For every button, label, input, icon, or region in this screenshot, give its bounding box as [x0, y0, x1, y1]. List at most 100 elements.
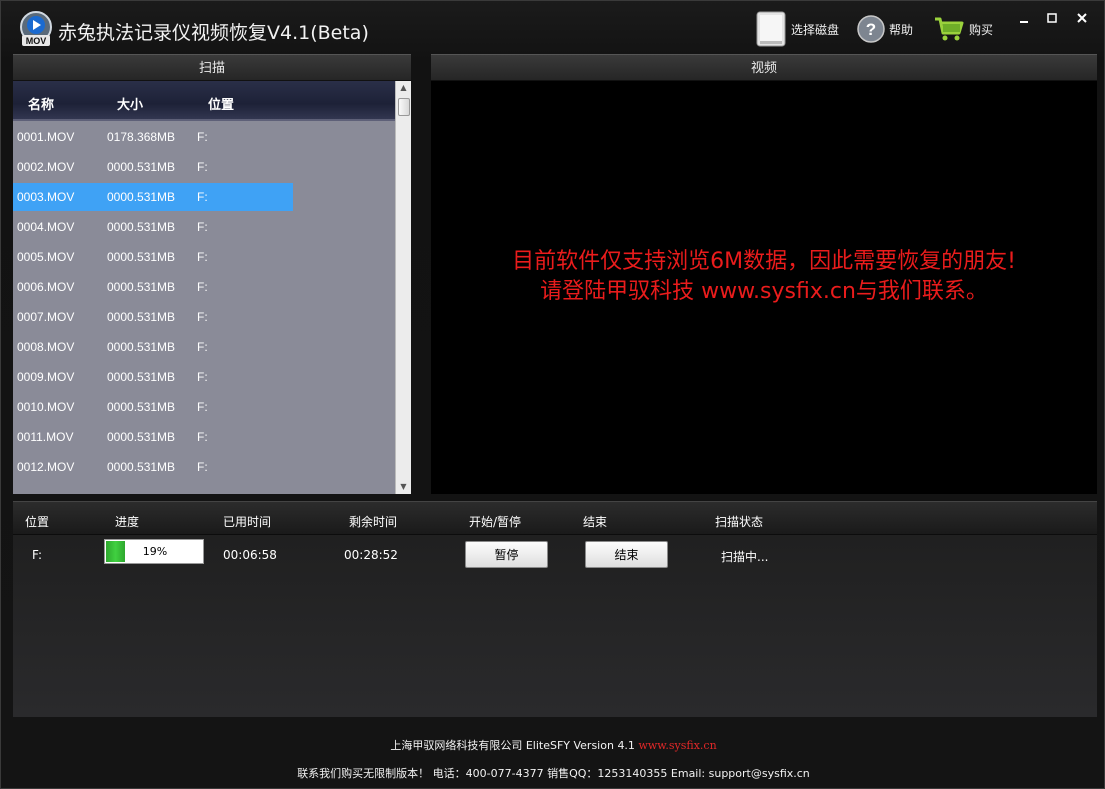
buy-label: 购买 — [969, 22, 994, 37]
end-button[interactable]: 结束 — [585, 541, 668, 568]
help-label: 帮助 — [889, 22, 914, 37]
file-location: F: — [197, 370, 208, 384]
column-name[interactable]: 名称 — [28, 94, 54, 113]
file-name: 0009.MOV — [17, 370, 75, 384]
file-location: F: — [197, 130, 208, 144]
file-location: F: — [197, 280, 208, 294]
progress-header: 位置 进度 已用时间 剩余时间 开始/暂停 结束 扫描状态 — [13, 501, 1097, 535]
header-status: 扫描状态 — [715, 515, 764, 529]
file-size: 0000.531MB — [107, 460, 176, 474]
file-row[interactable]: 0007.MOV 0000.531MB F: — [13, 301, 395, 331]
app-window: MOV 赤兔执法记录仪视频恢复V4.1(Beta) 选择磁盘 ? 帮助 购买 扫… — [0, 0, 1105, 789]
file-location: F: — [197, 340, 208, 354]
file-list-scrollbar[interactable]: ▲ ▼ — [395, 81, 411, 494]
scroll-up-icon[interactable]: ▲ — [396, 81, 411, 95]
file-row[interactable]: 0004.MOV 0000.531MB F: — [13, 211, 395, 241]
progress-panel: 位置 进度 已用时间 剩余时间 开始/暂停 结束 扫描状态 — [13, 501, 1097, 717]
footer-contact-line: 联系我们购买无限制版本！ 电话：400-077-4377 销售QQ：125314… — [1, 765, 1105, 781]
footer-company: 上海甲驭网络科技有限公司 EliteSFY Version 4.1 — [390, 739, 635, 752]
file-row[interactable]: 0003.MOV 0000.531MB F: — [13, 181, 395, 211]
file-row[interactable]: 0010.MOV 0000.531MB F: — [13, 391, 395, 421]
file-row[interactable]: 0005.MOV 0000.531MB F: — [13, 241, 395, 271]
video-preview: 目前软件仅支持浏览6M数据，因此需要恢复的朋友! 请登陆甲驭科技 www.sys… — [431, 81, 1097, 494]
file-name: 0010.MOV — [17, 400, 75, 414]
scan-location-value: F: — [32, 548, 43, 562]
scrollbar-thumb[interactable] — [398, 98, 410, 116]
file-rows: 0001.MOV 0178.368MB F: 0002.MOV 0000.531MB F:… — [13, 121, 395, 481]
header-elapsed: 已用时间 — [223, 515, 272, 529]
video-message-line-1: 目前软件仅支持浏览6M数据，因此需要恢复的朋友! — [512, 249, 1016, 274]
file-location: F: — [197, 250, 208, 264]
file-name: 0001.MOV — [17, 130, 75, 144]
header-progress: 进度 — [115, 515, 140, 529]
select-disk-button[interactable]: 选择磁盘 — [755, 11, 839, 47]
file-location: F: — [197, 160, 208, 174]
file-list[interactable]: 名称 大小 位置 0001.MOV 0178.368MB F: 0002.MOV 000… — [13, 81, 395, 494]
help-icon: ? — [857, 15, 885, 43]
file-size: 0000.531MB — [107, 430, 176, 444]
file-size: 0000.531MB — [107, 310, 176, 324]
file-size: 0178.368MB — [107, 130, 176, 144]
file-row[interactable]: 0006.MOV 0000.531MB F: — [13, 271, 395, 301]
file-location: F: — [197, 220, 208, 234]
file-row[interactable]: 0002.MOV 0000.531MB F: — [13, 151, 395, 181]
file-row[interactable]: 0011.MOV 0000.531MB F: — [13, 421, 395, 451]
title-bar[interactable]: MOV 赤兔执法记录仪视频恢复V4.1(Beta) 选择磁盘 ? 帮助 购买 — [1, 1, 1105, 53]
header-remaining: 剩余时间 — [349, 515, 398, 529]
help-button[interactable]: ? 帮助 — [857, 11, 913, 47]
header-end: 结束 — [583, 515, 608, 529]
file-name: 0007.MOV — [17, 310, 75, 324]
file-size: 0000.531MB — [107, 400, 176, 414]
video-message-line-2: 请登陆甲驭科技 www.sysfix.cn与我们联系。 — [540, 279, 988, 304]
buy-button[interactable]: 购买 — [933, 11, 993, 47]
file-location: F: — [197, 460, 208, 474]
app-logo-icon: MOV — [18, 11, 54, 47]
file-size: 0000.531MB — [107, 370, 176, 384]
app-logo-text: MOV — [26, 36, 47, 46]
footer-company-line: 上海甲驭网络科技有限公司 EliteSFY Version 4.1 www.sy… — [1, 737, 1105, 753]
file-size: 0000.531MB — [107, 160, 176, 174]
file-row[interactable]: 0012.MOV 0000.531MB F: — [13, 451, 395, 481]
header-location: 位置 — [25, 515, 50, 529]
footer-contact: 联系我们购买无限制版本！ 电话：400-077-4377 销售QQ：125314… — [297, 767, 810, 780]
pause-button[interactable]: 暂停 — [465, 541, 548, 568]
window-title: 赤兔执法记录仪视频恢复V4.1(Beta) — [58, 22, 369, 44]
maximize-icon[interactable] — [1039, 9, 1065, 27]
file-row[interactable]: 0009.MOV 0000.531MB F: — [13, 361, 395, 391]
file-name: 0005.MOV — [17, 250, 75, 264]
file-row[interactable]: 0008.MOV 0000.531MB F: — [13, 331, 395, 361]
file-location: F: — [197, 190, 208, 204]
footer-website-link[interactable]: www.sysfix.cn — [638, 739, 716, 752]
scan-progress-bar: 19% — [104, 539, 204, 564]
file-size: 0000.531MB — [107, 220, 176, 234]
file-name: 0002.MOV — [17, 160, 75, 174]
cart-icon — [935, 17, 964, 41]
scroll-down-icon[interactable]: ▼ — [396, 480, 411, 494]
file-size: 0000.531MB — [107, 190, 176, 204]
column-location[interactable]: 位置 — [208, 94, 234, 113]
minimize-icon[interactable] — [1011, 9, 1037, 27]
file-size: 0000.531MB — [107, 250, 176, 264]
video-panel-title: 视频 — [431, 54, 1097, 81]
column-size[interactable]: 大小 — [117, 94, 143, 113]
video-panel: 视频 目前软件仅支持浏览6M数据，因此需要恢复的朋友! 请登陆甲驭科技 www.… — [431, 54, 1097, 494]
file-name: 0004.MOV — [17, 220, 75, 234]
file-size: 0000.531MB — [107, 340, 176, 354]
file-name: 0003.MOV — [17, 190, 75, 204]
file-location: F: — [197, 310, 208, 324]
file-size: 0000.531MB — [107, 280, 176, 294]
close-icon[interactable] — [1069, 9, 1095, 27]
elapsed-time-value: 00:06:58 — [223, 548, 277, 562]
file-name: 0006.MOV — [17, 280, 75, 294]
header-start-pause: 开始/暂停 — [469, 515, 522, 529]
scan-status-value: 扫描中... — [721, 550, 769, 564]
file-name: 0008.MOV — [17, 340, 75, 354]
disk-icon — [756, 11, 786, 47]
file-name: 0011.MOV — [17, 430, 74, 444]
file-location: F: — [197, 400, 208, 414]
scan-panel: 扫描 名称 大小 位置 0001.MOV 0178.368MB F: 0002.MOV… — [13, 54, 411, 494]
file-name: 0012.MOV — [17, 460, 75, 474]
file-row[interactable]: 0001.MOV 0178.368MB F: — [13, 121, 395, 151]
remaining-time-value: 00:28:52 — [344, 548, 398, 562]
video-message: 目前软件仅支持浏览6M数据，因此需要恢复的朋友! 请登陆甲驭科技 www.sys… — [431, 247, 1097, 307]
